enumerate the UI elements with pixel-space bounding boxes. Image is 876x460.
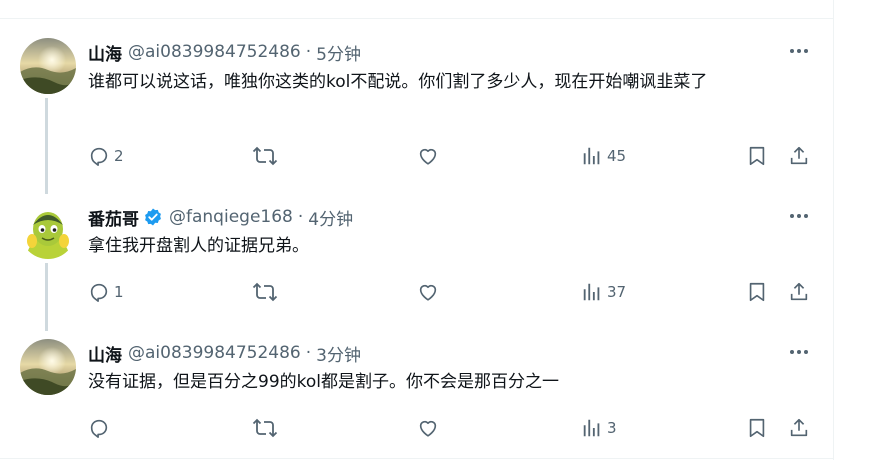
separator-dot: ·: [305, 343, 312, 363]
retweet-button[interactable]: [252, 414, 282, 442]
more-options-button[interactable]: [784, 40, 814, 62]
more-options-button[interactable]: [784, 341, 814, 363]
tweet-text: 谁都可以说这话，唯独你这类的kol不配说。你们割了多少人，现在开始嘲讽韭菜了: [88, 72, 708, 92]
tweet-header: 山海 @ai0839984752486 · 5分钟: [88, 39, 361, 65]
views-button[interactable]: 37: [581, 278, 626, 306]
share-icon: [790, 282, 808, 301]
share-icon: [790, 418, 808, 437]
tweet-header: 番茄哥 @fanqiege168 · 4分钟: [88, 204, 353, 230]
reply-icon: [90, 419, 108, 438]
thread-line: [45, 263, 48, 331]
tweet-3[interactable]: 山海 @ai0839984752486 · 3分钟 没有证据，但是百分之99的k…: [0, 339, 834, 449]
views-button[interactable]: 3: [581, 414, 617, 442]
bookmark-icon: [749, 418, 765, 438]
reply-icon: [90, 283, 108, 302]
action-bar: 3: [88, 414, 828, 442]
like-button[interactable]: [417, 142, 443, 170]
reply-icon: [90, 147, 108, 166]
user-handle[interactable]: @ai0839984752486: [128, 343, 301, 363]
more-icon: [790, 350, 808, 354]
timestamp[interactable]: 3分钟: [316, 341, 361, 366]
like-button[interactable]: [417, 414, 443, 442]
tweet-2[interactable]: 番茄哥 @fanqiege168 · 4分钟 拿住我开盘割人的证据兄弟。 1 3…: [0, 203, 834, 331]
reply-button[interactable]: 1: [88, 278, 124, 306]
avatar[interactable]: [20, 339, 76, 395]
user-handle[interactable]: @fanqiege168: [169, 207, 293, 227]
more-icon: [790, 49, 808, 53]
sunset-mountain-avatar-icon: [20, 38, 76, 94]
bookmark-icon: [749, 146, 765, 166]
avatar[interactable]: [20, 38, 76, 94]
views-icon: [583, 419, 600, 437]
separator-dot: ·: [297, 207, 304, 227]
share-button[interactable]: [788, 414, 810, 442]
retweet-icon: [252, 418, 278, 438]
timestamp[interactable]: 5分钟: [316, 40, 361, 65]
reply-count: 2: [114, 147, 124, 165]
like-icon: [419, 148, 437, 165]
retweet-button[interactable]: [252, 278, 282, 306]
views-icon: [583, 283, 600, 301]
timeline-column: 山海 @ai0839984752486 · 5分钟 谁都可以说这话，唯独你这类的…: [0, 0, 834, 460]
display-name[interactable]: 山海: [88, 40, 122, 65]
tweet-text: 拿住我开盘割人的证据兄弟。: [88, 236, 309, 256]
avatar[interactable]: [20, 203, 76, 259]
thread-line: [45, 98, 48, 194]
timestamp[interactable]: 4分钟: [308, 205, 353, 230]
like-button[interactable]: [417, 278, 443, 306]
like-icon: [419, 420, 437, 437]
view-count: 3: [607, 419, 617, 437]
user-handle[interactable]: @ai0839984752486: [128, 42, 301, 62]
view-count: 45: [607, 147, 627, 165]
view-count: 37: [607, 283, 627, 301]
action-bar: 1 37: [88, 278, 828, 306]
bookmark-icon: [749, 282, 765, 302]
action-bar: 2 45: [88, 142, 828, 170]
share-button[interactable]: [788, 142, 810, 170]
share-icon: [790, 146, 808, 165]
bookmark-button[interactable]: [746, 278, 768, 306]
like-icon: [419, 284, 437, 301]
tweet-1[interactable]: 山海 @ai0839984752486 · 5分钟 谁都可以说这话，唯独你这类的…: [0, 38, 834, 194]
display-name[interactable]: 番茄哥: [88, 205, 139, 230]
bookmark-button[interactable]: [746, 414, 768, 442]
reply-button[interactable]: [88, 414, 114, 442]
tweet-header: 山海 @ai0839984752486 · 3分钟: [88, 340, 361, 366]
tweet-text: 没有证据，但是百分之99的kol都是割子。你不会是那百分之一: [88, 372, 559, 392]
divider: [0, 458, 834, 459]
retweet-button[interactable]: [252, 142, 282, 170]
reply-count: 1: [114, 283, 124, 301]
display-name[interactable]: 山海: [88, 341, 122, 366]
cartoon-character-avatar-icon: [20, 203, 76, 259]
more-options-button[interactable]: [784, 205, 814, 227]
bookmark-button[interactable]: [746, 142, 768, 170]
share-button[interactable]: [788, 278, 810, 306]
divider: [0, 18, 834, 19]
retweet-icon: [252, 146, 278, 166]
separator-dot: ·: [305, 42, 312, 62]
views-button[interactable]: 45: [581, 142, 626, 170]
retweet-icon: [252, 282, 278, 302]
verified-badge-icon: [143, 207, 163, 227]
more-icon: [790, 214, 808, 218]
views-icon: [583, 147, 600, 165]
sunset-mountain-avatar-icon: [20, 339, 76, 395]
reply-button[interactable]: 2: [88, 142, 124, 170]
